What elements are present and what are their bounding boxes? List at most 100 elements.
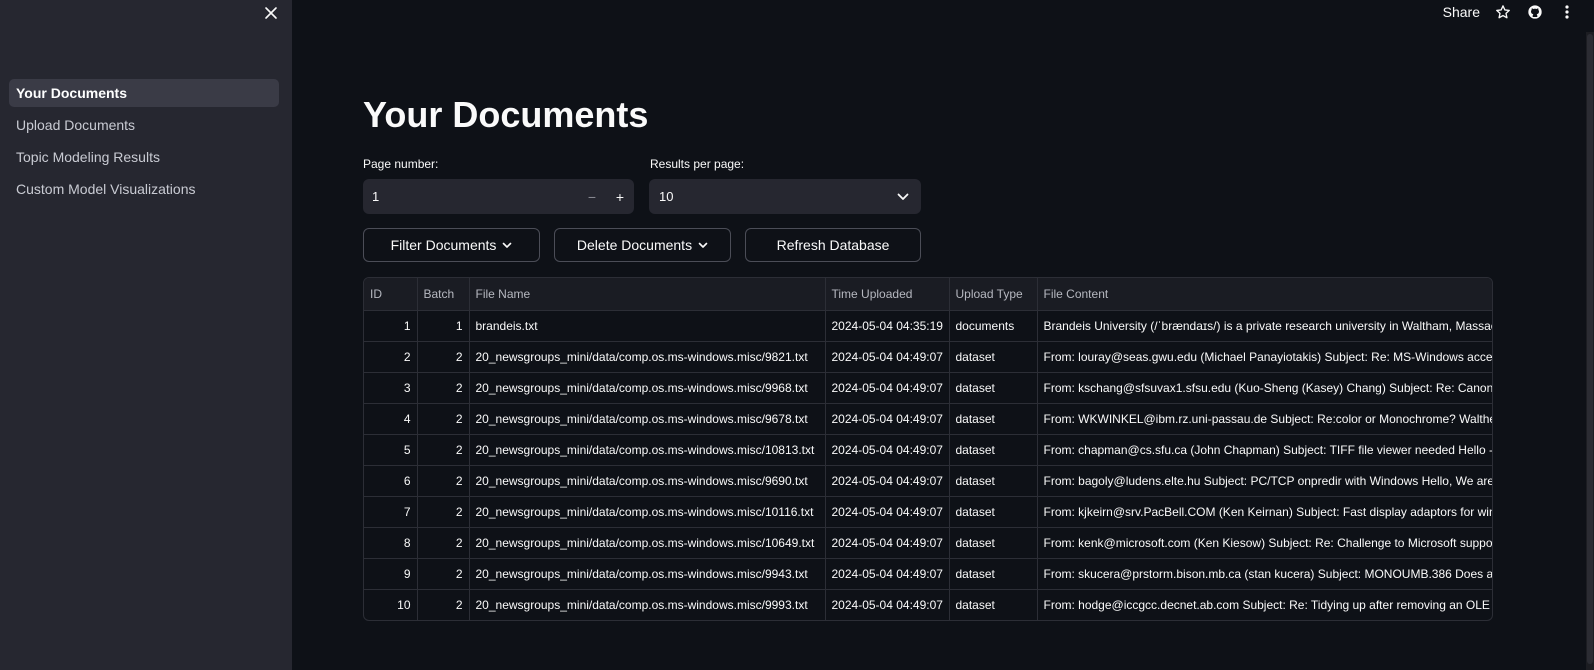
cell-file-content[interactable]: From: louray@seas.gwu.edu (Michael Panay…: [1037, 341, 1492, 373]
table-row[interactable]: 3 2 20_newsgroups_mini/data/comp.os.ms-win…: [364, 372, 1492, 404]
cell-batch[interactable]: 2: [417, 465, 470, 497]
cell-upload-type[interactable]: dataset: [949, 341, 1038, 373]
cell-id[interactable]: 8: [364, 527, 418, 559]
sidebar-item-your-documents[interactable]: Your Documents: [9, 79, 279, 107]
cell-file-name[interactable]: 20_newsgroups_mini/data/comp.os.ms-windo…: [469, 403, 826, 435]
cell-batch[interactable]: 1: [417, 310, 470, 342]
cell-file-name[interactable]: 20_newsgroups_mini/data/comp.os.ms-windo…: [469, 496, 826, 528]
documents-grid: ID Batch File Name Time Uploaded Upload …: [364, 278, 1492, 620]
cell-file-content[interactable]: From: kenk@microsoft.com (Ken Kiesow) Su…: [1037, 527, 1492, 559]
cell-time-uploaded[interactable]: 2024-05-04 04:49:07: [825, 403, 950, 435]
scrollbar-thumb[interactable]: [1587, 34, 1593, 664]
cell-id[interactable]: 7: [364, 496, 418, 528]
cell-upload-type[interactable]: dataset: [949, 589, 1038, 620]
cell-file-content[interactable]: From: hodge@iccgcc.decnet.ab.com Subject…: [1037, 589, 1492, 620]
cell-batch[interactable]: 2: [417, 589, 470, 620]
cell-file-content[interactable]: From: kschang@sfsuvax1.sfsu.edu (Kuo-She…: [1037, 372, 1492, 404]
cell-upload-type[interactable]: dataset: [949, 372, 1038, 404]
column-header-upload-type[interactable]: Upload Type: [949, 278, 1038, 311]
cell-batch[interactable]: 2: [417, 496, 470, 528]
page-number-decrement-button[interactable]: −: [578, 179, 606, 214]
table-row[interactable]: 9 2 20_newsgroups_mini/data/comp.os.ms-win…: [364, 558, 1492, 590]
cell-time-uploaded[interactable]: 2024-05-04 04:49:07: [825, 434, 950, 466]
cell-upload-type[interactable]: dataset: [949, 558, 1038, 590]
cell-batch[interactable]: 2: [417, 403, 470, 435]
table-row[interactable]: 2 2 20_newsgroups_mini/data/comp.os.ms-win…: [364, 341, 1492, 373]
share-button[interactable]: Share: [1443, 4, 1480, 20]
cell-upload-type[interactable]: dataset: [949, 496, 1038, 528]
column-header-file-name[interactable]: File Name: [469, 278, 826, 311]
cell-file-content[interactable]: From: WKWINKEL@ibm.rz.uni-passau.de Subj…: [1037, 403, 1492, 435]
cell-time-uploaded[interactable]: 2024-05-04 04:49:07: [825, 372, 950, 404]
cell-id[interactable]: 10: [364, 589, 418, 620]
cell-batch[interactable]: 2: [417, 558, 470, 590]
table-row[interactable]: 4 2 20_newsgroups_mini/data/comp.os.ms-win…: [364, 403, 1492, 435]
documents-table[interactable]: ID Batch File Name Time Uploaded Upload …: [363, 277, 1493, 621]
table-body: 1 1 brandeis.txt 2024-05-04 04:35:19 documen…: [364, 310, 1492, 620]
cell-file-name[interactable]: brandeis.txt: [469, 310, 826, 342]
sidebar-item-custom-model-visualizations[interactable]: Custom Model Visualizations: [9, 175, 279, 203]
cell-id[interactable]: 5: [364, 434, 418, 466]
sidebar-item-topic-modeling-results[interactable]: Topic Modeling Results: [9, 143, 279, 171]
cell-file-content[interactable]: From: kjkeirn@srv.PacBell.COM (Ken Keirn…: [1037, 496, 1492, 528]
close-icon[interactable]: [262, 4, 280, 22]
cell-file-content[interactable]: From: bagoly@ludens.elte.hu Subject: PC/…: [1037, 465, 1492, 497]
cell-file-content[interactable]: From: chapman@cs.sfu.ca (John Chapman) S…: [1037, 434, 1492, 466]
cell-id[interactable]: 3: [364, 372, 418, 404]
chevron-down-icon: [698, 242, 708, 249]
cell-id[interactable]: 9: [364, 558, 418, 590]
star-icon[interactable]: [1494, 3, 1512, 21]
cell-file-name[interactable]: 20_newsgroups_mini/data/comp.os.ms-windo…: [469, 465, 826, 497]
cell-id[interactable]: 2: [364, 341, 418, 373]
cell-batch[interactable]: 2: [417, 341, 470, 373]
cell-time-uploaded[interactable]: 2024-05-04 04:35:19: [825, 310, 950, 342]
table-row[interactable]: 10 2 20_newsgroups_mini/data/comp.os.ms-wi…: [364, 589, 1492, 620]
cell-file-content[interactable]: From: skucera@prstorm.bison.mb.ca (stan …: [1037, 558, 1492, 590]
cell-id[interactable]: 4: [364, 403, 418, 435]
cell-file-name[interactable]: 20_newsgroups_mini/data/comp.os.ms-windo…: [469, 434, 826, 466]
cell-id[interactable]: 1: [364, 310, 418, 342]
cell-file-name[interactable]: 20_newsgroups_mini/data/comp.os.ms-windo…: [469, 527, 826, 559]
cell-id[interactable]: 6: [364, 465, 418, 497]
cell-upload-type[interactable]: dataset: [949, 527, 1038, 559]
table-row[interactable]: 8 2 20_newsgroups_mini/data/comp.os.ms-win…: [364, 527, 1492, 559]
cell-file-content[interactable]: Brandeis University (/ˈbrændaɪs/) is a p…: [1037, 310, 1492, 342]
cell-time-uploaded[interactable]: 2024-05-04 04:49:07: [825, 341, 950, 373]
sidebar-item-upload-documents[interactable]: Upload Documents: [9, 111, 279, 139]
cell-file-name[interactable]: 20_newsgroups_mini/data/comp.os.ms-windo…: [469, 341, 826, 373]
cell-file-name[interactable]: 20_newsgroups_mini/data/comp.os.ms-windo…: [469, 558, 826, 590]
results-per-page-select[interactable]: 10: [649, 179, 921, 214]
column-header-time-uploaded[interactable]: Time Uploaded: [825, 278, 950, 311]
table-header-row: ID Batch File Name Time Uploaded Upload …: [364, 278, 1492, 311]
more-vertical-icon[interactable]: [1558, 3, 1576, 21]
cell-time-uploaded[interactable]: 2024-05-04 04:49:07: [825, 496, 950, 528]
filter-documents-button[interactable]: Filter Documents: [363, 228, 540, 262]
cell-batch[interactable]: 2: [417, 527, 470, 559]
page-number-increment-button[interactable]: +: [606, 179, 634, 214]
delete-documents-button[interactable]: Delete Documents: [554, 228, 731, 262]
column-header-id[interactable]: ID: [364, 278, 418, 311]
cell-time-uploaded[interactable]: 2024-05-04 04:49:07: [825, 465, 950, 497]
table-row[interactable]: 6 2 20_newsgroups_mini/data/comp.os.ms-win…: [364, 465, 1492, 497]
column-header-batch[interactable]: Batch: [417, 278, 470, 311]
refresh-database-button[interactable]: Refresh Database: [745, 228, 921, 262]
cell-time-uploaded[interactable]: 2024-05-04 04:49:07: [825, 558, 950, 590]
cell-file-name[interactable]: 20_newsgroups_mini/data/comp.os.ms-windo…: [469, 372, 826, 404]
column-header-file-content[interactable]: File Content: [1037, 278, 1492, 311]
github-icon[interactable]: [1526, 3, 1544, 21]
cell-batch[interactable]: 2: [417, 434, 470, 466]
cell-upload-type[interactable]: documents: [949, 310, 1038, 342]
cell-upload-type[interactable]: dataset: [949, 403, 1038, 435]
cell-file-name[interactable]: 20_newsgroups_mini/data/comp.os.ms-windo…: [469, 589, 826, 620]
table-row[interactable]: 5 2 20_newsgroups_mini/data/comp.os.ms-win…: [364, 434, 1492, 466]
table-row[interactable]: 7 2 20_newsgroups_mini/data/comp.os.ms-win…: [364, 496, 1492, 528]
cell-upload-type[interactable]: dataset: [949, 465, 1038, 497]
header-actions: Share: [1443, 0, 1576, 24]
page-number-value[interactable]: 1: [363, 189, 578, 204]
table-row[interactable]: 1 1 brandeis.txt 2024-05-04 04:35:19 documen…: [364, 310, 1492, 342]
page-number-input[interactable]: 1 − +: [363, 179, 634, 214]
cell-upload-type[interactable]: dataset: [949, 434, 1038, 466]
cell-time-uploaded[interactable]: 2024-05-04 04:49:07: [825, 589, 950, 620]
cell-batch[interactable]: 2: [417, 372, 470, 404]
cell-time-uploaded[interactable]: 2024-05-04 04:49:07: [825, 527, 950, 559]
